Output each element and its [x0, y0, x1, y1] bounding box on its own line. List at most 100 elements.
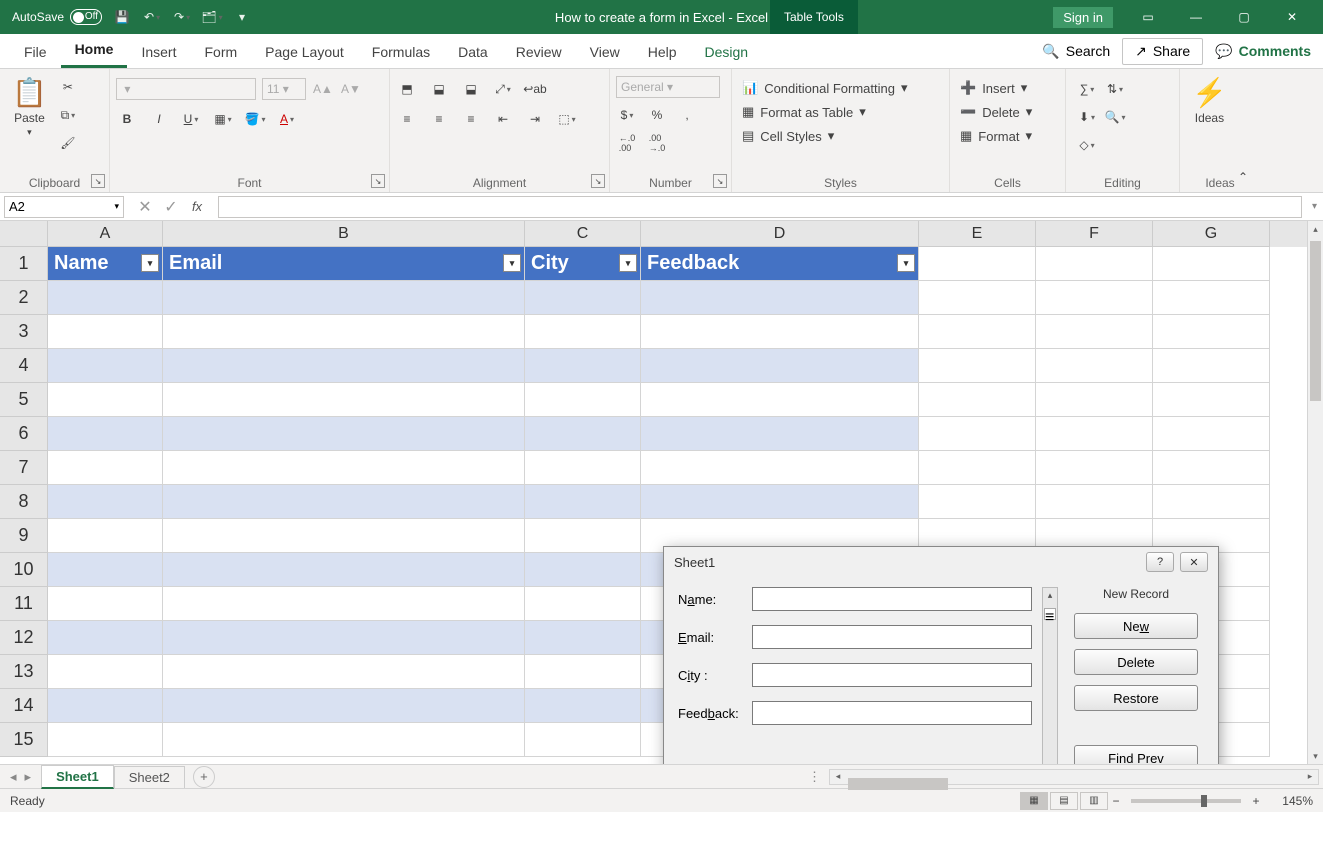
paste-button[interactable]: 📋 Paste ▾ [6, 72, 53, 142]
scroll-right-icon[interactable]: ▸ [1302, 771, 1318, 782]
cell[interactable] [163, 485, 525, 519]
field-input[interactable] [752, 663, 1032, 687]
cell[interactable] [1036, 451, 1153, 485]
increase-indent-icon[interactable]: ⇥ [524, 108, 546, 130]
sign-in-button[interactable]: Sign in [1053, 7, 1113, 28]
tab-home[interactable]: Home [61, 35, 128, 68]
tab-insert[interactable]: Insert [127, 38, 190, 68]
close-icon[interactable]: ✕ [1269, 2, 1315, 32]
ideas-button[interactable]: ⚡ Ideas [1186, 72, 1233, 129]
cell[interactable] [525, 417, 641, 451]
cell[interactable] [525, 349, 641, 383]
ribbon-display-icon[interactable]: ▭ [1125, 2, 1171, 32]
orientation-icon[interactable]: ⤢ [492, 78, 514, 100]
cell[interactable] [525, 519, 641, 553]
increase-font-icon[interactable]: A▲ [312, 78, 334, 100]
column-header[interactable]: B [163, 221, 525, 247]
italic-icon[interactable]: I [148, 108, 170, 130]
cell[interactable] [919, 349, 1036, 383]
find-select-icon[interactable]: 🔍 [1104, 106, 1126, 128]
scroll-thumb[interactable]: ≡ [1044, 608, 1056, 620]
column-header[interactable]: F [1036, 221, 1153, 247]
cell[interactable] [48, 451, 163, 485]
dialog-close-icon[interactable]: ✕ [1180, 552, 1208, 572]
sheet-nav-prev-icon[interactable]: ◂ [10, 769, 17, 785]
cell[interactable] [48, 519, 163, 553]
cell[interactable] [163, 383, 525, 417]
row-header[interactable]: 9 [0, 519, 48, 553]
maximize-icon[interactable]: ▢ [1221, 2, 1267, 32]
conditional-formatting-button[interactable]: 📊Conditional Formatting▾ [742, 78, 908, 98]
qat-customize-icon[interactable]: ▾ [232, 7, 252, 27]
cell[interactable] [919, 485, 1036, 519]
increase-decimal-icon[interactable]: ←.0.00 [616, 132, 638, 154]
scroll-thumb[interactable] [848, 778, 948, 790]
row-header[interactable]: 14 [0, 689, 48, 723]
column-header[interactable]: A [48, 221, 163, 247]
font-color-icon[interactable]: A [276, 108, 298, 130]
cell[interactable] [919, 315, 1036, 349]
split-icon[interactable]: ⋮ [808, 769, 829, 785]
sort-filter-icon[interactable]: ⇅ [1104, 78, 1126, 100]
cell[interactable] [48, 723, 163, 757]
cell[interactable] [1036, 485, 1153, 519]
filter-dropdown-icon[interactable]: ▾ [141, 254, 159, 272]
select-all-corner[interactable] [0, 221, 48, 247]
cell-styles-button[interactable]: ▤Cell Styles▾ [742, 126, 834, 146]
tab-page-layout[interactable]: Page Layout [251, 38, 358, 68]
cell[interactable] [48, 485, 163, 519]
cell[interactable] [48, 281, 163, 315]
fill-color-icon[interactable]: 🪣 [244, 108, 266, 130]
align-middle-icon[interactable]: ⬓ [428, 78, 450, 100]
cell[interactable] [1036, 383, 1153, 417]
sheet-tab-sheet2[interactable]: Sheet2 [114, 766, 185, 788]
row-header[interactable]: 1 [0, 247, 48, 281]
scroll-left-icon[interactable]: ◂ [830, 771, 846, 782]
share-button[interactable]: ↗ Share [1122, 38, 1203, 65]
cancel-formula-icon[interactable]: ✕ [136, 198, 154, 216]
cell[interactable] [525, 315, 641, 349]
cell[interactable] [641, 485, 919, 519]
cell[interactable] [48, 349, 163, 383]
cell[interactable] [525, 655, 641, 689]
tab-file[interactable]: File [10, 38, 61, 68]
autosave-toggle[interactable]: AutoSave Off [12, 9, 102, 25]
clear-icon[interactable]: ◇ [1076, 134, 1098, 156]
comma-icon[interactable]: , [676, 104, 698, 126]
cell[interactable]: Feedback▾ [641, 247, 919, 281]
row-header[interactable]: 2 [0, 281, 48, 315]
fx-icon[interactable]: fx [188, 198, 206, 216]
cell[interactable] [48, 315, 163, 349]
scroll-up-icon[interactable]: ▴ [1308, 221, 1323, 237]
cell[interactable] [1153, 315, 1270, 349]
cell[interactable] [525, 621, 641, 655]
cell[interactable] [525, 553, 641, 587]
cell[interactable] [48, 383, 163, 417]
cell[interactable]: City▾ [525, 247, 641, 281]
cell[interactable] [1036, 281, 1153, 315]
zoom-out-icon[interactable]: − [1109, 794, 1123, 808]
cell[interactable] [1036, 349, 1153, 383]
align-left-icon[interactable]: ≡ [396, 108, 418, 130]
row-header[interactable]: 11 [0, 587, 48, 621]
cell[interactable] [525, 383, 641, 417]
zoom-level[interactable]: 145% [1263, 794, 1313, 808]
row-header[interactable]: 8 [0, 485, 48, 519]
cell[interactable] [1036, 417, 1153, 451]
cell[interactable] [1153, 485, 1270, 519]
comments-button[interactable]: 💬 Comments [1215, 43, 1311, 60]
cell[interactable] [919, 247, 1036, 281]
row-header[interactable]: 12 [0, 621, 48, 655]
format-as-table-button[interactable]: ▦Format as Table▾ [742, 102, 866, 122]
collapse-ribbon-icon[interactable]: ⌃ [1232, 166, 1254, 188]
column-header[interactable]: D [641, 221, 919, 247]
align-right-icon[interactable]: ≡ [460, 108, 482, 130]
autosum-icon[interactable]: ∑ [1076, 78, 1098, 100]
align-center-icon[interactable]: ≡ [428, 108, 450, 130]
row-header[interactable]: 7 [0, 451, 48, 485]
cell[interactable] [163, 451, 525, 485]
cell[interactable] [525, 451, 641, 485]
tab-formulas[interactable]: Formulas [358, 38, 444, 68]
cell[interactable] [163, 655, 525, 689]
new-sheet-icon[interactable]: + [193, 766, 215, 788]
